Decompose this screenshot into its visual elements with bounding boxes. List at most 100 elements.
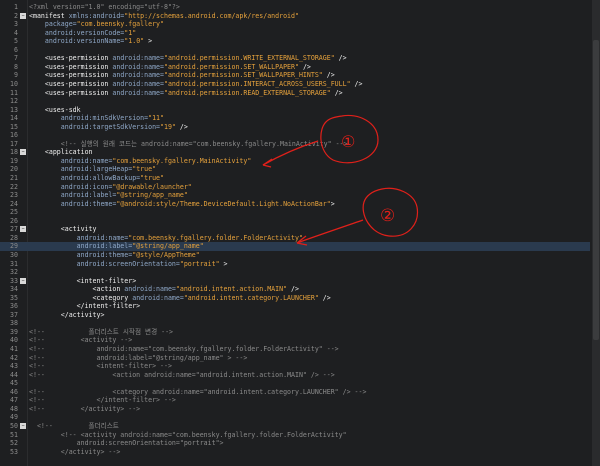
code-text[interactable]: <manifest xmlns:android="http://schemas.… <box>29 12 299 21</box>
code-line[interactable]: 27− <activity <box>0 225 590 234</box>
code-text[interactable]: <intent-filter> <box>29 277 137 286</box>
code-text[interactable]: <uses-permission android:name="android.p… <box>29 54 347 63</box>
code-text[interactable]: <uses-permission android:name="android.p… <box>29 71 335 80</box>
code-line[interactable]: 33− <intent-filter> <box>0 277 590 286</box>
code-text[interactable]: android:name="com.beensky.fgallery.folde… <box>29 234 303 243</box>
code-text[interactable]: package="com.beensky.fgallery" <box>29 20 164 29</box>
code-line[interactable]: 31 android:screenOrientation="portrait" … <box>0 260 590 269</box>
code-text[interactable]: </activity> <box>29 311 105 320</box>
code-text[interactable]: <uses-permission android:name="android.p… <box>29 89 343 98</box>
code-text[interactable]: android:theme="@style/AppTheme" <box>29 251 200 260</box>
code-line[interactable]: 50− <!-- 폴더리스트 <box>0 422 590 431</box>
code-line[interactable]: 23 android:label="@string/app_name" <box>0 191 590 200</box>
code-line[interactable]: 51 <!-- <activity android:name="com.been… <box>0 431 590 440</box>
code-text[interactable]: <activity <box>29 225 97 234</box>
code-text[interactable]: android:label="@string/app_name" <box>29 191 188 200</box>
code-line[interactable]: 28 android:name="com.beensky.fgallery.fo… <box>0 234 590 243</box>
fold-toggle-icon[interactable]: − <box>20 277 26 284</box>
code-editor[interactable]: 1 <?xml version="1.0" encoding="utf-8"?> 2… <box>0 0 600 466</box>
fold-toggle-icon[interactable]: − <box>20 12 26 19</box>
code-line[interactable]: 35 <category android:name="android.inten… <box>0 294 590 303</box>
code-text[interactable]: <!-- 폴더리스트 시작점 변경 --> <box>29 328 173 337</box>
code-line[interactable]: 12 <box>0 97 590 106</box>
code-line[interactable]: 26 <box>0 217 590 226</box>
code-text[interactable]: <uses-permission android:name="android.p… <box>29 80 363 89</box>
code-text[interactable]: android:versionCode="1" <box>29 29 136 38</box>
code-line[interactable]: 53 </activity> --> <box>0 448 590 457</box>
code-text[interactable]: android:screenOrientation="portrait" > <box>29 260 228 269</box>
code-text[interactable]: <!-- android:label="@string/app_name" > … <box>29 354 247 363</box>
code-line[interactable]: 13 <uses-sdk <box>0 106 590 115</box>
code-line[interactable]: 21 android:allowBackup="true" <box>0 174 590 183</box>
code-line[interactable]: 46 <!-- <category android:name="android.i… <box>0 388 590 397</box>
code-text[interactable]: </intent-filter> <box>29 302 141 311</box>
code-line[interactable]: 4 android:versionCode="1" <box>0 29 590 38</box>
code-line[interactable]: 38 <box>0 319 590 328</box>
code-line[interactable]: 29 android:label="@string/app_name" <box>0 242 590 251</box>
code-text[interactable]: <!-- 폴더리스트 <box>29 422 119 431</box>
code-line[interactable]: 5 android:versionName="1.0" > <box>0 37 590 46</box>
code-line[interactable]: 2− <manifest xmlns:android="http://schema… <box>0 12 590 21</box>
code-line[interactable]: 43 <!-- <intent-filter> --> <box>0 362 590 371</box>
code-text[interactable]: <!-- <category android:name="android.int… <box>29 388 366 397</box>
code-line[interactable]: 47 <!-- </intent-filter> --> <box>0 396 590 405</box>
code-text[interactable]: <?xml version="1.0" encoding="utf-8"?> <box>29 3 180 12</box>
code-line[interactable]: 42 <!-- android:label="@string/app_name" … <box>0 354 590 363</box>
code-text[interactable]: <!-- android:name="com.beensky.fgallery.… <box>29 345 339 354</box>
code-text[interactable]: <!-- 실행의 원래 코드는 android:name="com.beensk… <box>29 140 348 149</box>
code-text[interactable]: android:largeHeap="true" <box>29 165 156 174</box>
code-text[interactable]: android:minSdkVersion="11" <box>29 114 164 123</box>
code-line[interactable]: 36 </intent-filter> <box>0 302 590 311</box>
code-line[interactable]: 15 android:targetSdkVersion="19" /> <box>0 123 590 132</box>
code-text[interactable]: android:label="@string/app_name" <box>29 242 204 251</box>
vertical-scrollbar[interactable] <box>592 0 600 466</box>
code-line[interactable]: 39 <!-- 폴더리스트 시작점 변경 --> <box>0 328 590 337</box>
code-text[interactable]: <!-- <action android:name="android.inten… <box>29 371 335 380</box>
code-line[interactable]: 9 <uses-permission android:name="android… <box>0 71 590 80</box>
scrollbar-thumb[interactable] <box>593 40 599 340</box>
code-text[interactable]: <!-- <intent-filter> --> <box>29 362 172 371</box>
code-line[interactable]: 45 <box>0 379 590 388</box>
code-line[interactable]: 18− <application <box>0 148 590 157</box>
code-line[interactable]: 25 <box>0 208 590 217</box>
code-text[interactable]: <application <box>29 148 93 157</box>
code-line[interactable]: 20 android:largeHeap="true" <box>0 165 590 174</box>
code-line[interactable]: 16 <box>0 131 590 140</box>
code-line[interactable]: 10 <uses-permission android:name="androi… <box>0 80 590 89</box>
code-line[interactable]: 14 android:minSdkVersion="11" <box>0 114 590 123</box>
code-text[interactable]: android:targetSdkVersion="19" /> <box>29 123 188 132</box>
code-line[interactable]: 37 </activity> <box>0 311 590 320</box>
code-text[interactable]: android:icon="@drawable/launcher" <box>29 183 192 192</box>
code-line[interactable]: 49 <box>0 413 590 422</box>
code-line[interactable]: 32 <box>0 268 590 277</box>
code-line[interactable]: 24 android:theme="@android:style/Theme.D… <box>0 200 590 209</box>
code-line[interactable]: 6 <box>0 46 590 55</box>
code-line[interactable]: 40 <!-- <activity --> <box>0 336 590 345</box>
code-text[interactable]: <uses-permission android:name="android.p… <box>29 63 311 72</box>
code-text[interactable]: <uses-sdk <box>29 106 81 115</box>
code-line[interactable]: 3 package="com.beensky.fgallery" <box>0 20 590 29</box>
code-line[interactable]: 11 <uses-permission android:name="androi… <box>0 89 590 98</box>
code-text[interactable]: <!-- <activity --> <box>29 336 132 345</box>
code-line[interactable]: 1 <?xml version="1.0" encoding="utf-8"?> <box>0 3 590 12</box>
code-line[interactable]: 48 <!-- </activity> --> <box>0 405 590 414</box>
code-text[interactable]: <action android:name="android.intent.act… <box>29 285 299 294</box>
code-line[interactable]: 30 android:theme="@style/AppTheme" <box>0 251 590 260</box>
code-text[interactable]: android:screenOrientation="portrait"> <box>29 439 224 448</box>
code-line[interactable]: 34 <action android:name="android.intent.… <box>0 285 590 294</box>
code-text[interactable]: <category android:name="android.intent.c… <box>29 294 331 303</box>
code-text[interactable]: <!-- </activity> --> <box>29 405 140 414</box>
code-line[interactable]: 52 android:screenOrientation="portrait"> <box>0 439 590 448</box>
code-text[interactable]: <!-- </intent-filter> --> <box>29 396 176 405</box>
code-text[interactable]: android:allowBackup="true" <box>29 174 164 183</box>
code-line[interactable]: 8 <uses-permission android:name="android… <box>0 63 590 72</box>
code-text[interactable]: android:name="com.beensky.fgallery.MainA… <box>29 157 252 166</box>
code-line[interactable]: 7 <uses-permission android:name="android… <box>0 54 590 63</box>
code-text[interactable]: android:theme="@android:style/Theme.Devi… <box>29 200 335 209</box>
fold-toggle-icon[interactable]: − <box>20 422 26 429</box>
code-line[interactable]: 22 android:icon="@drawable/launcher" <box>0 183 590 192</box>
code-text[interactable]: </activity> --> <box>29 448 121 457</box>
code-text[interactable]: <!-- <activity android:name="com.beensky… <box>29 431 347 440</box>
code-line[interactable]: 17 <!-- 실행의 원래 코드는 android:name="com.bee… <box>0 140 590 149</box>
code-line[interactable]: 19 android:name="com.beensky.fgallery.Ma… <box>0 157 590 166</box>
